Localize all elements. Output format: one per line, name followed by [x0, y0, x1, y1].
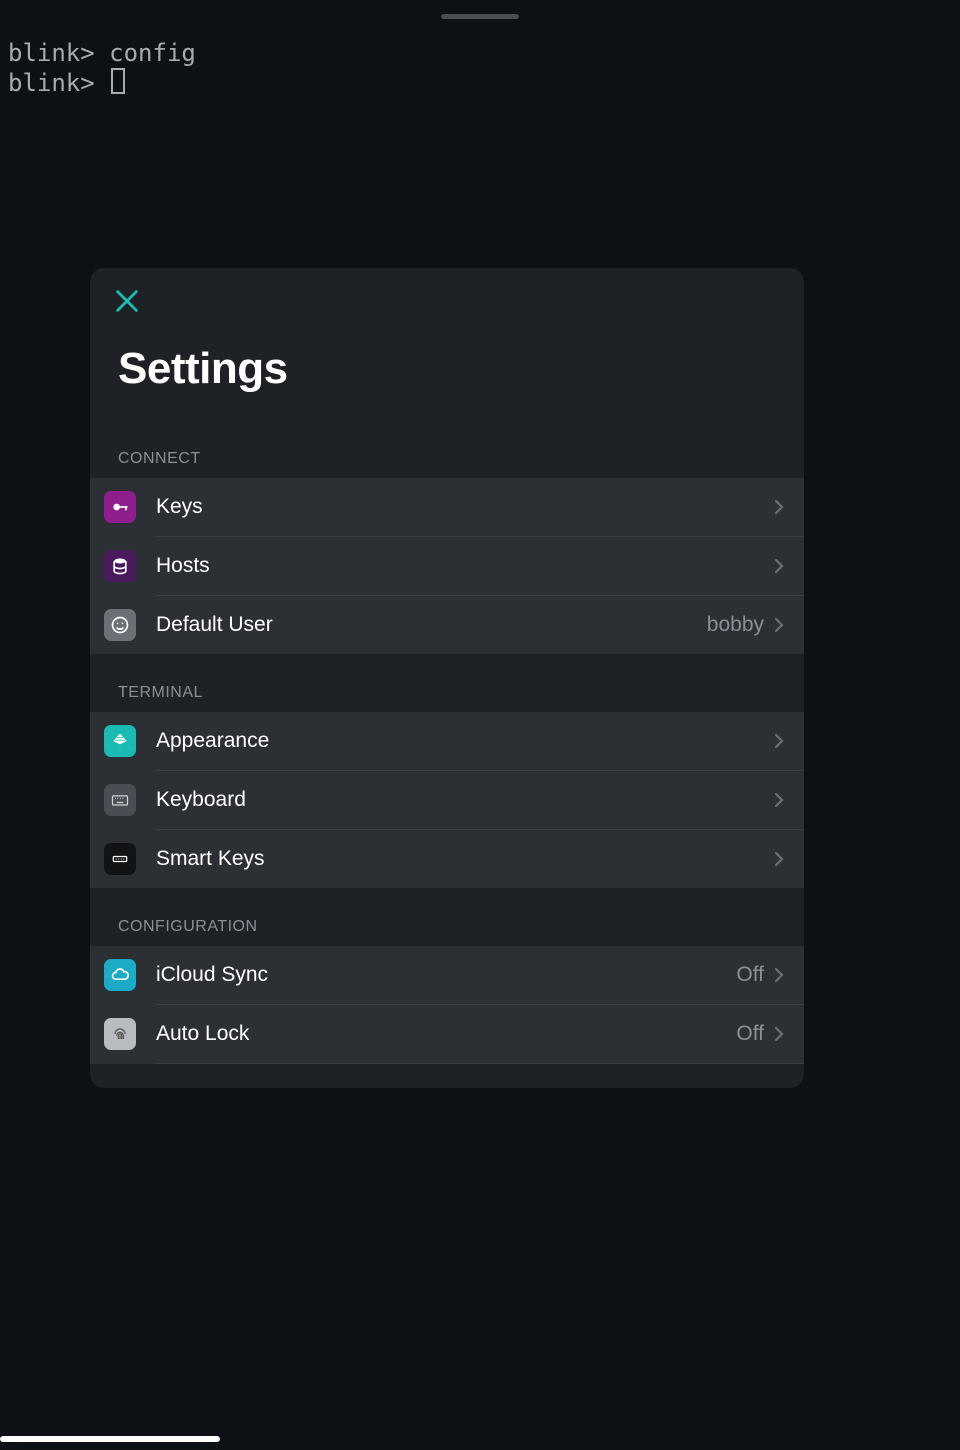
- row-value: Off: [736, 1022, 764, 1046]
- key-icon: [104, 491, 136, 523]
- chevron-right-icon: [774, 617, 784, 633]
- face-icon: [104, 609, 136, 641]
- appearance-icon: [104, 725, 136, 757]
- close-button[interactable]: [112, 286, 142, 316]
- database-icon: [104, 550, 136, 582]
- section-connect: Keys Hosts Default User: [90, 478, 804, 654]
- row-icloud-sync[interactable]: iCloud Sync Off: [90, 946, 804, 1004]
- cloud-icon: [104, 959, 136, 991]
- close-icon: [113, 287, 141, 315]
- row-label: iCloud Sync: [156, 963, 736, 987]
- row-label: Auto Lock: [156, 1022, 736, 1046]
- row-appearance[interactable]: Appearance: [90, 712, 804, 770]
- section-configuration: iCloud Sync Off Auto Lock Off: [90, 946, 804, 1064]
- terminal-output[interactable]: blink> config blink>: [8, 38, 196, 98]
- row-default-user[interactable]: Default User bobby: [90, 596, 804, 654]
- terminal-prompt: blink>: [8, 39, 95, 67]
- row-keyboard[interactable]: Keyboard: [90, 771, 804, 829]
- keyboard-icon: [104, 784, 136, 816]
- row-auto-lock[interactable]: Auto Lock Off: [90, 1005, 804, 1063]
- row-label: Appearance: [156, 729, 774, 753]
- terminal-line: blink> config: [8, 38, 196, 68]
- chevron-right-icon: [774, 733, 784, 749]
- row-label: Hosts: [156, 554, 774, 578]
- row-label: Default User: [156, 613, 707, 637]
- row-label: Keyboard: [156, 788, 774, 812]
- window-grab-handle[interactable]: [441, 14, 519, 19]
- section-header-configuration: CONFIGURATION: [90, 888, 804, 946]
- terminal-prompt: blink>: [8, 69, 95, 97]
- divider: [156, 1063, 804, 1064]
- chevron-right-icon: [774, 967, 784, 983]
- section-header-terminal: TERMINAL: [90, 654, 804, 712]
- chevron-right-icon: [774, 558, 784, 574]
- row-value: Off: [736, 963, 764, 987]
- chevron-right-icon: [774, 1026, 784, 1042]
- row-keys[interactable]: Keys: [90, 478, 804, 536]
- fingerprint-icon: [104, 1018, 136, 1050]
- row-label: Smart Keys: [156, 847, 774, 871]
- terminal-line: blink>: [8, 68, 196, 98]
- smartkeys-icon: [104, 843, 136, 875]
- terminal-command: config: [109, 39, 196, 67]
- row-hosts[interactable]: Hosts: [90, 537, 804, 595]
- chevron-right-icon: [774, 851, 784, 867]
- row-value: bobby: [707, 613, 764, 637]
- modal-title: Settings: [90, 316, 804, 394]
- section-terminal: Appearance Keyboard Smar: [90, 712, 804, 888]
- terminal-cursor: [111, 68, 125, 94]
- chevron-right-icon: [774, 499, 784, 515]
- settings-modal: Settings CONNECT Keys Hosts: [90, 268, 804, 1088]
- home-indicator[interactable]: [0, 1436, 220, 1442]
- row-smart-keys[interactable]: Smart Keys: [90, 830, 804, 888]
- chevron-right-icon: [774, 792, 784, 808]
- row-label: Keys: [156, 495, 774, 519]
- section-header-connect: CONNECT: [90, 394, 804, 478]
